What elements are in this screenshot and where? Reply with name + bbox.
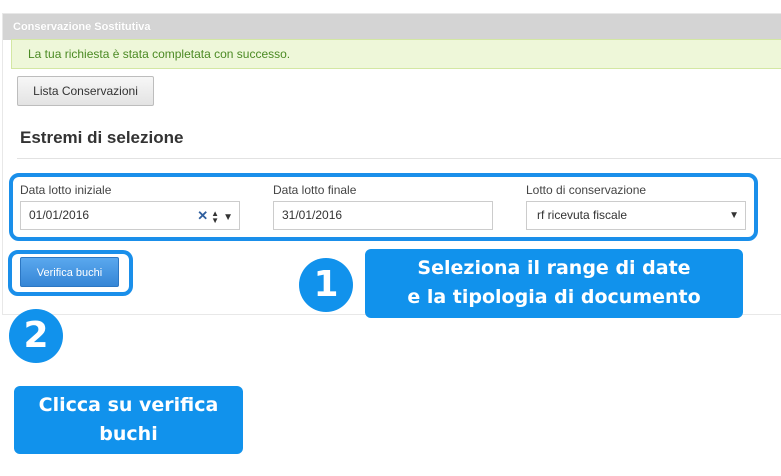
verify-gaps-button[interactable]: Verifica buchi	[20, 257, 119, 287]
success-alert: La tua richiesta è stata completata con …	[11, 39, 781, 69]
step-2-badge: 2	[9, 309, 63, 363]
section-divider	[17, 158, 781, 159]
panel-title: Conservazione Sostitutiva	[3, 14, 781, 40]
step-2-line-2: buchi	[99, 423, 158, 445]
step-1-line-2: e la tipologia di documento	[407, 286, 701, 308]
list-conservations-button[interactable]: Lista Conservazioni	[17, 76, 154, 106]
section-title: Estremi di selezione	[20, 128, 184, 147]
step-1-badge: 1	[299, 258, 353, 312]
step-1-line-1: Seleziona il range di date	[417, 257, 691, 279]
step-2-line-1: Clicca su verifica	[38, 394, 219, 416]
filters-highlight	[9, 173, 758, 241]
step-2-callout: Clicca su verifica buchi	[14, 386, 243, 454]
step-1-callout: Seleziona il range di date e la tipologi…	[365, 249, 743, 318]
